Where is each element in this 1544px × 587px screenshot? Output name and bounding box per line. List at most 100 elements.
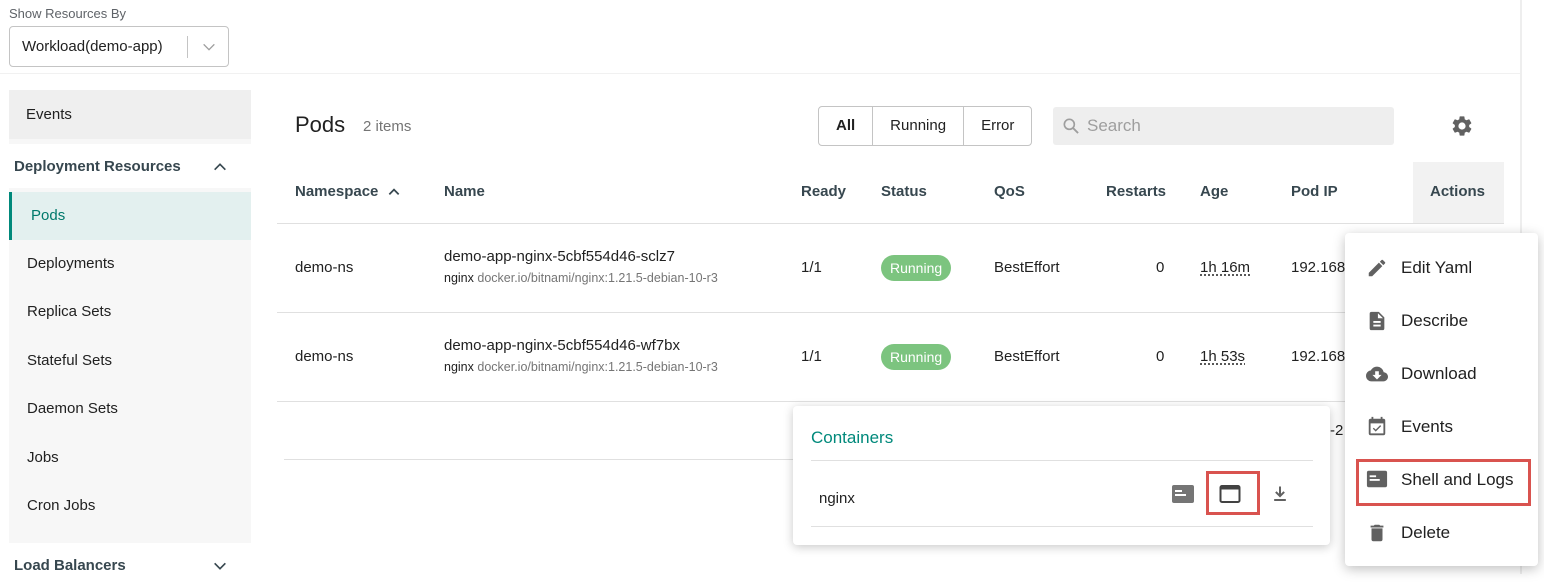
sidebar-item-deployments[interactable]: Deployments xyxy=(9,240,251,288)
resources-select[interactable]: Workload(demo-app) xyxy=(9,26,229,67)
trash-icon xyxy=(1366,522,1388,544)
menu-item-label: Delete xyxy=(1401,523,1451,542)
table-divider xyxy=(277,223,1504,224)
menu-item-label: Edit Yaml xyxy=(1401,258,1473,277)
menu-item-delete[interactable]: Delete xyxy=(1345,507,1538,559)
highlight-box xyxy=(1356,459,1531,506)
sidebar-item-label: Pods xyxy=(31,207,66,224)
popup-divider xyxy=(811,460,1313,461)
menu-item-edit-yaml[interactable]: Edit Yaml xyxy=(1345,242,1538,294)
container-name: nginx xyxy=(444,271,474,285)
sidebar-item-label: Events xyxy=(26,106,72,123)
select-separator xyxy=(187,36,188,58)
sidebar-item-cron-jobs[interactable]: Cron Jobs xyxy=(9,482,251,530)
cell-ready: 1/1 xyxy=(801,348,822,365)
column-header-age[interactable]: Age xyxy=(1200,183,1228,200)
sidebar-item-daemon-sets[interactable]: Daemon Sets xyxy=(9,385,251,433)
column-header-restarts[interactable]: Restarts xyxy=(1106,183,1166,200)
sidebar-item-label: Cron Jobs xyxy=(27,497,96,514)
filter-running-button[interactable]: Running xyxy=(873,107,965,145)
column-header-name[interactable]: Name xyxy=(444,183,485,200)
sidebar-item-jobs[interactable]: Jobs xyxy=(9,434,251,482)
column-header-qos[interactable]: QoS xyxy=(994,183,1025,200)
page-title: Pods xyxy=(295,112,346,137)
sort-ascending-icon xyxy=(387,185,401,199)
sidebar-item-label: Daemon Sets xyxy=(27,400,118,417)
column-header-label: Actions xyxy=(1430,183,1486,200)
cell-image: nginx docker.io/bitnami/nginx:1.21.5-deb… xyxy=(444,360,718,374)
sidebar-section-label: Load Balancers xyxy=(14,557,126,574)
menu-item-download[interactable]: Download xyxy=(1345,348,1538,400)
menu-item-events[interactable]: Events xyxy=(1345,401,1538,453)
table-divider xyxy=(277,401,1504,402)
cell-age: 1h 16m xyxy=(1200,259,1251,276)
cell-namespace: demo-ns xyxy=(295,348,354,365)
container-name: nginx xyxy=(819,490,855,507)
cell-namespace: demo-ns xyxy=(295,259,354,276)
menu-item-describe[interactable]: Describe xyxy=(1345,295,1538,347)
cell-qos: BestEffort xyxy=(994,348,1060,365)
search-icon xyxy=(1061,116,1081,136)
image-name: docker.io/bitnami/nginx:1.21.5-debian-10… xyxy=(477,271,718,285)
shell-window-icon[interactable] xyxy=(1219,484,1241,504)
status-filter-group: All Running Error xyxy=(818,106,1033,146)
column-header-label: Namespace xyxy=(295,183,379,200)
cell-qos: BestEffort xyxy=(994,259,1060,276)
sidebar-item-events[interactable]: Events xyxy=(9,90,251,139)
filter-all-button[interactable]: All xyxy=(819,107,874,145)
filter-error-button[interactable]: Error xyxy=(964,107,1031,145)
column-header-status[interactable]: Status xyxy=(881,183,927,200)
sidebar-item-stateful-sets[interactable]: Stateful Sets xyxy=(9,337,251,385)
column-header-pod-ip[interactable]: Pod IP xyxy=(1291,183,1338,200)
calendar-check-icon xyxy=(1366,416,1388,438)
column-header-ready[interactable]: Ready xyxy=(801,183,846,200)
table-divider xyxy=(277,312,1504,313)
pagination-divider xyxy=(284,459,804,460)
cell-image: nginx docker.io/bitnami/nginx:1.21.5-deb… xyxy=(444,271,718,285)
image-name: docker.io/bitnami/nginx:1.21.5-debian-10… xyxy=(477,360,718,374)
container-name: nginx xyxy=(444,360,474,374)
chevron-down-icon[interactable] xyxy=(201,39,217,55)
sidebar: Events Deployment Resources Pods Deploym… xyxy=(9,90,251,587)
containers-title: Containers xyxy=(811,428,894,447)
sidebar-item-label: Deployments xyxy=(27,255,115,272)
popup-divider xyxy=(811,526,1313,527)
sidebar-section-load-balancers[interactable]: Load Balancers xyxy=(9,543,251,587)
cell-pod-ip: 192.168 xyxy=(1291,259,1346,276)
item-count: 2 items xyxy=(363,118,412,135)
cell-pod-name[interactable]: demo-app-nginx-5cbf554d46-wf7bx xyxy=(444,337,680,354)
download-icon[interactable] xyxy=(1270,484,1290,504)
chevron-up-icon xyxy=(212,159,228,175)
sidebar-item-label: Stateful Sets xyxy=(27,352,113,369)
document-icon xyxy=(1366,310,1388,332)
status-badge: Running xyxy=(881,255,952,281)
menu-item-label: Download xyxy=(1401,364,1477,383)
status-badge: Running xyxy=(881,344,952,370)
column-header-actions: Actions xyxy=(1413,162,1504,223)
logs-icon[interactable] xyxy=(1171,484,1195,504)
cloud-download-icon xyxy=(1366,363,1388,385)
sidebar-item-label: Replica Sets xyxy=(27,303,112,320)
sidebar-item-replica-sets[interactable]: Replica Sets xyxy=(9,288,251,336)
pagination-fragment: -2 xyxy=(1330,422,1344,439)
search-box xyxy=(1053,107,1394,145)
search-input[interactable] xyxy=(1087,107,1387,145)
cell-pod-ip: 192.168 xyxy=(1291,348,1346,365)
column-header-namespace[interactable]: Namespace xyxy=(295,183,401,200)
sidebar-item-pods[interactable]: Pods xyxy=(9,192,251,240)
cell-age: 1h 53s xyxy=(1200,348,1246,365)
sidebar-section-deployment-resources[interactable]: Deployment Resources xyxy=(9,144,251,188)
gear-icon[interactable] xyxy=(1450,114,1474,138)
cell-restarts: 0 xyxy=(1156,348,1165,365)
actions-menu: Edit Yaml Describe Download Events Shell… xyxy=(1345,233,1538,566)
sidebar-section-label: Deployment Resources xyxy=(14,158,181,175)
show-resources-label: Show Resources By xyxy=(9,6,127,21)
chevron-down-icon xyxy=(212,558,228,574)
resources-select-value: Workload(demo-app) xyxy=(22,38,163,55)
top-divider xyxy=(0,73,1520,74)
cell-pod-name[interactable]: demo-app-nginx-5cbf554d46-sclz7 xyxy=(444,248,675,265)
cell-restarts: 0 xyxy=(1156,259,1165,276)
sidebar-item-label: Jobs xyxy=(27,449,59,466)
cell-ready: 1/1 xyxy=(801,259,822,276)
menu-item-label: Events xyxy=(1401,417,1453,436)
